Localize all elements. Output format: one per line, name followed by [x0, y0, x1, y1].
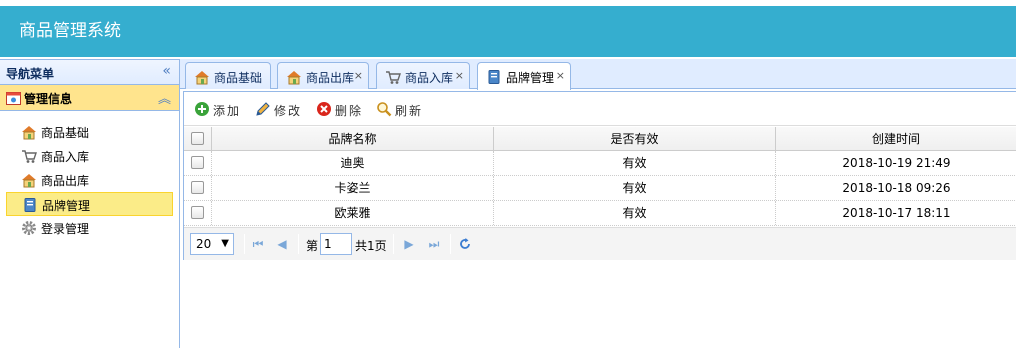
- sidebar-item-login[interactable]: 登录管理: [6, 216, 173, 240]
- nav-group-label: 管理信息: [24, 92, 73, 106]
- delete-label: 删除: [335, 104, 364, 118]
- dropdown-arrow-icon: ▼: [221, 238, 229, 249]
- tab-brand[interactable]: 品牌管理 ×: [477, 62, 571, 90]
- tab-strip: 商品基础 商品出库 × 商品入库 × 品牌管理 ×: [180, 59, 1016, 90]
- add-icon: [194, 101, 210, 117]
- valid-cell: 有效: [494, 176, 776, 200]
- pencil-icon: [255, 101, 271, 117]
- close-icon[interactable]: ×: [455, 69, 464, 82]
- page-size-value: 20: [196, 237, 212, 251]
- created-cell: 2018-10-19 21:49: [842, 156, 951, 170]
- collapse-left-icon[interactable]: «: [162, 63, 171, 79]
- page-number-value: 1: [324, 237, 332, 251]
- page-prefix: 第: [306, 239, 319, 253]
- gear-icon: [21, 220, 37, 236]
- column-header-created[interactable]: 创建时间: [776, 127, 1016, 150]
- app-header: 商品管理系统: [0, 6, 1016, 57]
- pager-separator: [393, 234, 394, 254]
- valid-cell: 有效: [494, 201, 776, 225]
- pager-separator: [298, 234, 299, 254]
- edit-label: 修改: [274, 104, 303, 118]
- row-checkbox[interactable]: [191, 181, 204, 194]
- nav-panel: 导航菜单 « 管理信息 ︽ 商品基础 商品入库 商品出库 品牌管理 登录管理: [0, 59, 180, 348]
- sidebar-item-label: 商品入库: [41, 150, 90, 164]
- brand-name-cell: 迪奥: [212, 151, 494, 175]
- pagination-bar: 20 ▼ ⏮ ◀ 第 1 共1页 ▶ ⏭: [184, 227, 1016, 260]
- page-size-select[interactable]: 20 ▼: [190, 233, 234, 255]
- select-all-checkbox[interactable]: [191, 132, 204, 145]
- nav-menu: 商品基础 商品入库 商品出库 品牌管理 登录管理: [0, 111, 179, 240]
- chevron-up-icon[interactable]: ︽: [158, 88, 171, 107]
- nav-panel-title: 导航菜单: [6, 67, 55, 81]
- table-row[interactable]: 迪奥 有效 2018-10-19 21:49: [184, 151, 1016, 176]
- brand-name-cell: 欧莱雅: [212, 201, 494, 225]
- house-icon: [21, 172, 37, 188]
- sidebar-item-label: 商品出库: [41, 174, 90, 188]
- sidebar-item-brand[interactable]: 品牌管理: [6, 192, 173, 216]
- nav-group-header[interactable]: 管理信息 ︽: [0, 85, 179, 111]
- table-row[interactable]: 欧莱雅 有效 2018-10-17 18:11: [184, 201, 1016, 226]
- brand-name-cell: 卡姿兰: [212, 176, 494, 200]
- sidebar-item-goods-basic[interactable]: 商品基础: [6, 120, 173, 144]
- created-cell: 2018-10-17 18:11: [842, 206, 951, 220]
- cart-icon: [385, 69, 401, 85]
- row-check-cell[interactable]: [184, 176, 212, 200]
- tab-goods-basic[interactable]: 商品基础: [185, 62, 271, 89]
- book-icon: [486, 69, 502, 85]
- column-header-brand-name[interactable]: 品牌名称: [212, 127, 494, 150]
- brand-panel: 添加 修改 删除 刷新 品牌名称 是否有效 创建时间 迪奥 有效 2018-10…: [183, 91, 1016, 260]
- row-checkbox[interactable]: [191, 156, 204, 169]
- book-icon: [22, 197, 38, 213]
- manage-info-icon: [6, 91, 21, 105]
- app-title: 商品管理系统: [19, 21, 121, 41]
- search-icon: [376, 101, 392, 117]
- cart-icon: [21, 148, 37, 164]
- house-icon: [194, 69, 210, 85]
- tab-label: 品牌管理: [506, 71, 555, 85]
- tab-label: 商品基础: [214, 71, 263, 85]
- house-icon: [21, 124, 37, 140]
- tab-goods-out[interactable]: 商品出库 ×: [277, 62, 369, 89]
- prev-page-icon[interactable]: ◀: [274, 235, 290, 253]
- tab-label: 商品出库: [306, 71, 355, 85]
- row-checkbox[interactable]: [191, 206, 204, 219]
- select-all-cell[interactable]: [184, 127, 212, 150]
- next-page-icon[interactable]: ▶: [401, 235, 417, 253]
- table-row[interactable]: 卡姿兰 有效 2018-10-18 09:26: [184, 176, 1016, 201]
- tab-label: 商品入库: [405, 71, 454, 85]
- nav-panel-header: 导航菜单 «: [0, 59, 179, 85]
- sidebar-item-goods-out[interactable]: 商品出库: [6, 168, 173, 192]
- close-icon[interactable]: ×: [354, 69, 363, 82]
- page-number-input[interactable]: 1: [320, 233, 352, 255]
- first-page-icon[interactable]: ⏮: [250, 235, 266, 253]
- sidebar-item-goods-in[interactable]: 商品入库: [6, 144, 173, 168]
- brand-grid: 品牌名称 是否有效 创建时间 迪奥 有效 2018-10-19 21:49 卡姿…: [184, 127, 1016, 226]
- close-icon[interactable]: ×: [556, 69, 565, 82]
- add-label: 添加: [213, 104, 242, 118]
- row-check-cell[interactable]: [184, 201, 212, 225]
- refresh-label: 刷新: [395, 104, 424, 118]
- valid-cell: 有效: [494, 151, 776, 175]
- tab-goods-in[interactable]: 商品入库 ×: [376, 62, 470, 89]
- toolbar: 添加 修改 删除 刷新: [184, 92, 1016, 126]
- last-page-icon[interactable]: ⏭: [426, 235, 442, 253]
- sidebar-item-label: 商品基础: [41, 126, 90, 140]
- sidebar-item-label: 品牌管理: [42, 199, 91, 213]
- created-cell: 2018-10-18 09:26: [842, 181, 951, 195]
- delete-icon: [316, 101, 332, 117]
- sidebar-item-label: 登录管理: [41, 222, 90, 236]
- column-header-valid[interactable]: 是否有效: [494, 127, 776, 150]
- row-check-cell[interactable]: [184, 151, 212, 175]
- pager-separator: [244, 234, 245, 254]
- page-total: 共1页: [355, 239, 387, 253]
- reload-icon[interactable]: [457, 235, 473, 253]
- pager-separator: [450, 234, 451, 254]
- grid-header: 品牌名称 是否有效 创建时间: [184, 127, 1016, 151]
- house-icon: [286, 69, 302, 85]
